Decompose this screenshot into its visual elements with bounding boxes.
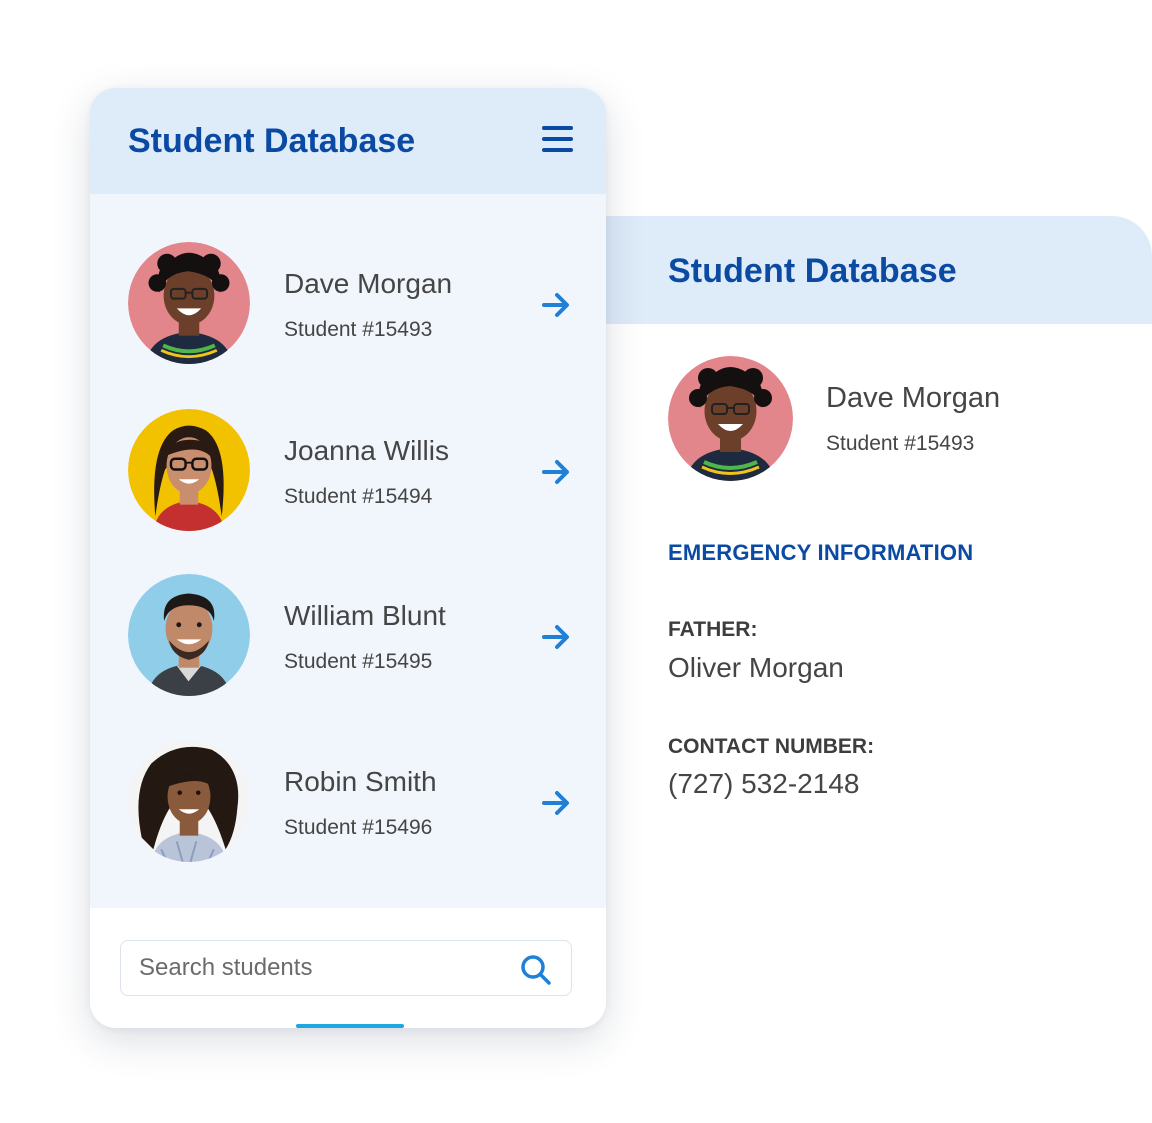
contact-number-label: CONTACT NUMBER: xyxy=(668,735,875,758)
avatar xyxy=(128,740,250,862)
father-label: FATHER: xyxy=(668,618,758,641)
app-stage: Student Database Dave Morgan Student #15… xyxy=(0,0,1152,1123)
student-row-joanna-willis[interactable]: Joanna Willis Student #15494 xyxy=(90,409,606,569)
student-row-dave-morgan[interactable]: Dave Morgan Student #15493 xyxy=(90,242,606,402)
student-id: Student #15493 xyxy=(284,318,433,341)
arrow-right-icon[interactable] xyxy=(540,786,574,820)
detail-student-name: Dave Morgan xyxy=(826,382,1001,414)
arrow-right-icon[interactable] xyxy=(540,620,574,654)
avatar xyxy=(128,409,250,531)
student-list-card: Student Database Dave Morgan Student #15… xyxy=(90,88,606,1028)
emergency-info-heading: EMERGENCY INFORMATION xyxy=(668,540,974,565)
avatar xyxy=(128,574,250,696)
student-id: Student #15494 xyxy=(284,485,433,508)
home-indicator xyxy=(296,1024,404,1028)
student-name: Robin Smith xyxy=(284,766,437,797)
search-box xyxy=(120,940,572,996)
arrow-right-icon[interactable] xyxy=(540,288,574,322)
student-row-robin-smith[interactable]: Robin Smith Student #15496 xyxy=(90,740,606,900)
avatar xyxy=(128,242,250,364)
search-input[interactable] xyxy=(139,951,499,985)
student-id: Student #15496 xyxy=(284,816,433,839)
app-header: Student Database xyxy=(90,88,606,194)
arrow-right-icon[interactable] xyxy=(540,455,574,489)
father-value: Oliver Morgan xyxy=(668,652,844,683)
menu-button[interactable] xyxy=(536,122,578,158)
student-name: Joanna Willis xyxy=(284,435,449,466)
search-bar-area xyxy=(90,908,606,1028)
search-icon[interactable] xyxy=(519,953,553,987)
detail-student-id: Student #15493 xyxy=(826,432,975,455)
detail-page-title: Student Database xyxy=(668,252,957,290)
page-title: Student Database xyxy=(128,122,416,160)
student-list: Dave Morgan Student #15493 Joanna Willis… xyxy=(90,194,606,908)
contact-number-value: (727) 532-2148 xyxy=(668,768,860,799)
student-row-william-blunt[interactable]: William Blunt Student #15495 xyxy=(90,574,606,734)
detail-header: Student Database xyxy=(575,216,1152,324)
student-name: William Blunt xyxy=(284,600,446,631)
student-name: Dave Morgan xyxy=(284,268,453,299)
detail-avatar xyxy=(668,356,793,481)
student-detail-panel: Student Database Dave Morgan Student #15… xyxy=(575,216,1152,856)
student-id: Student #15495 xyxy=(284,650,433,673)
